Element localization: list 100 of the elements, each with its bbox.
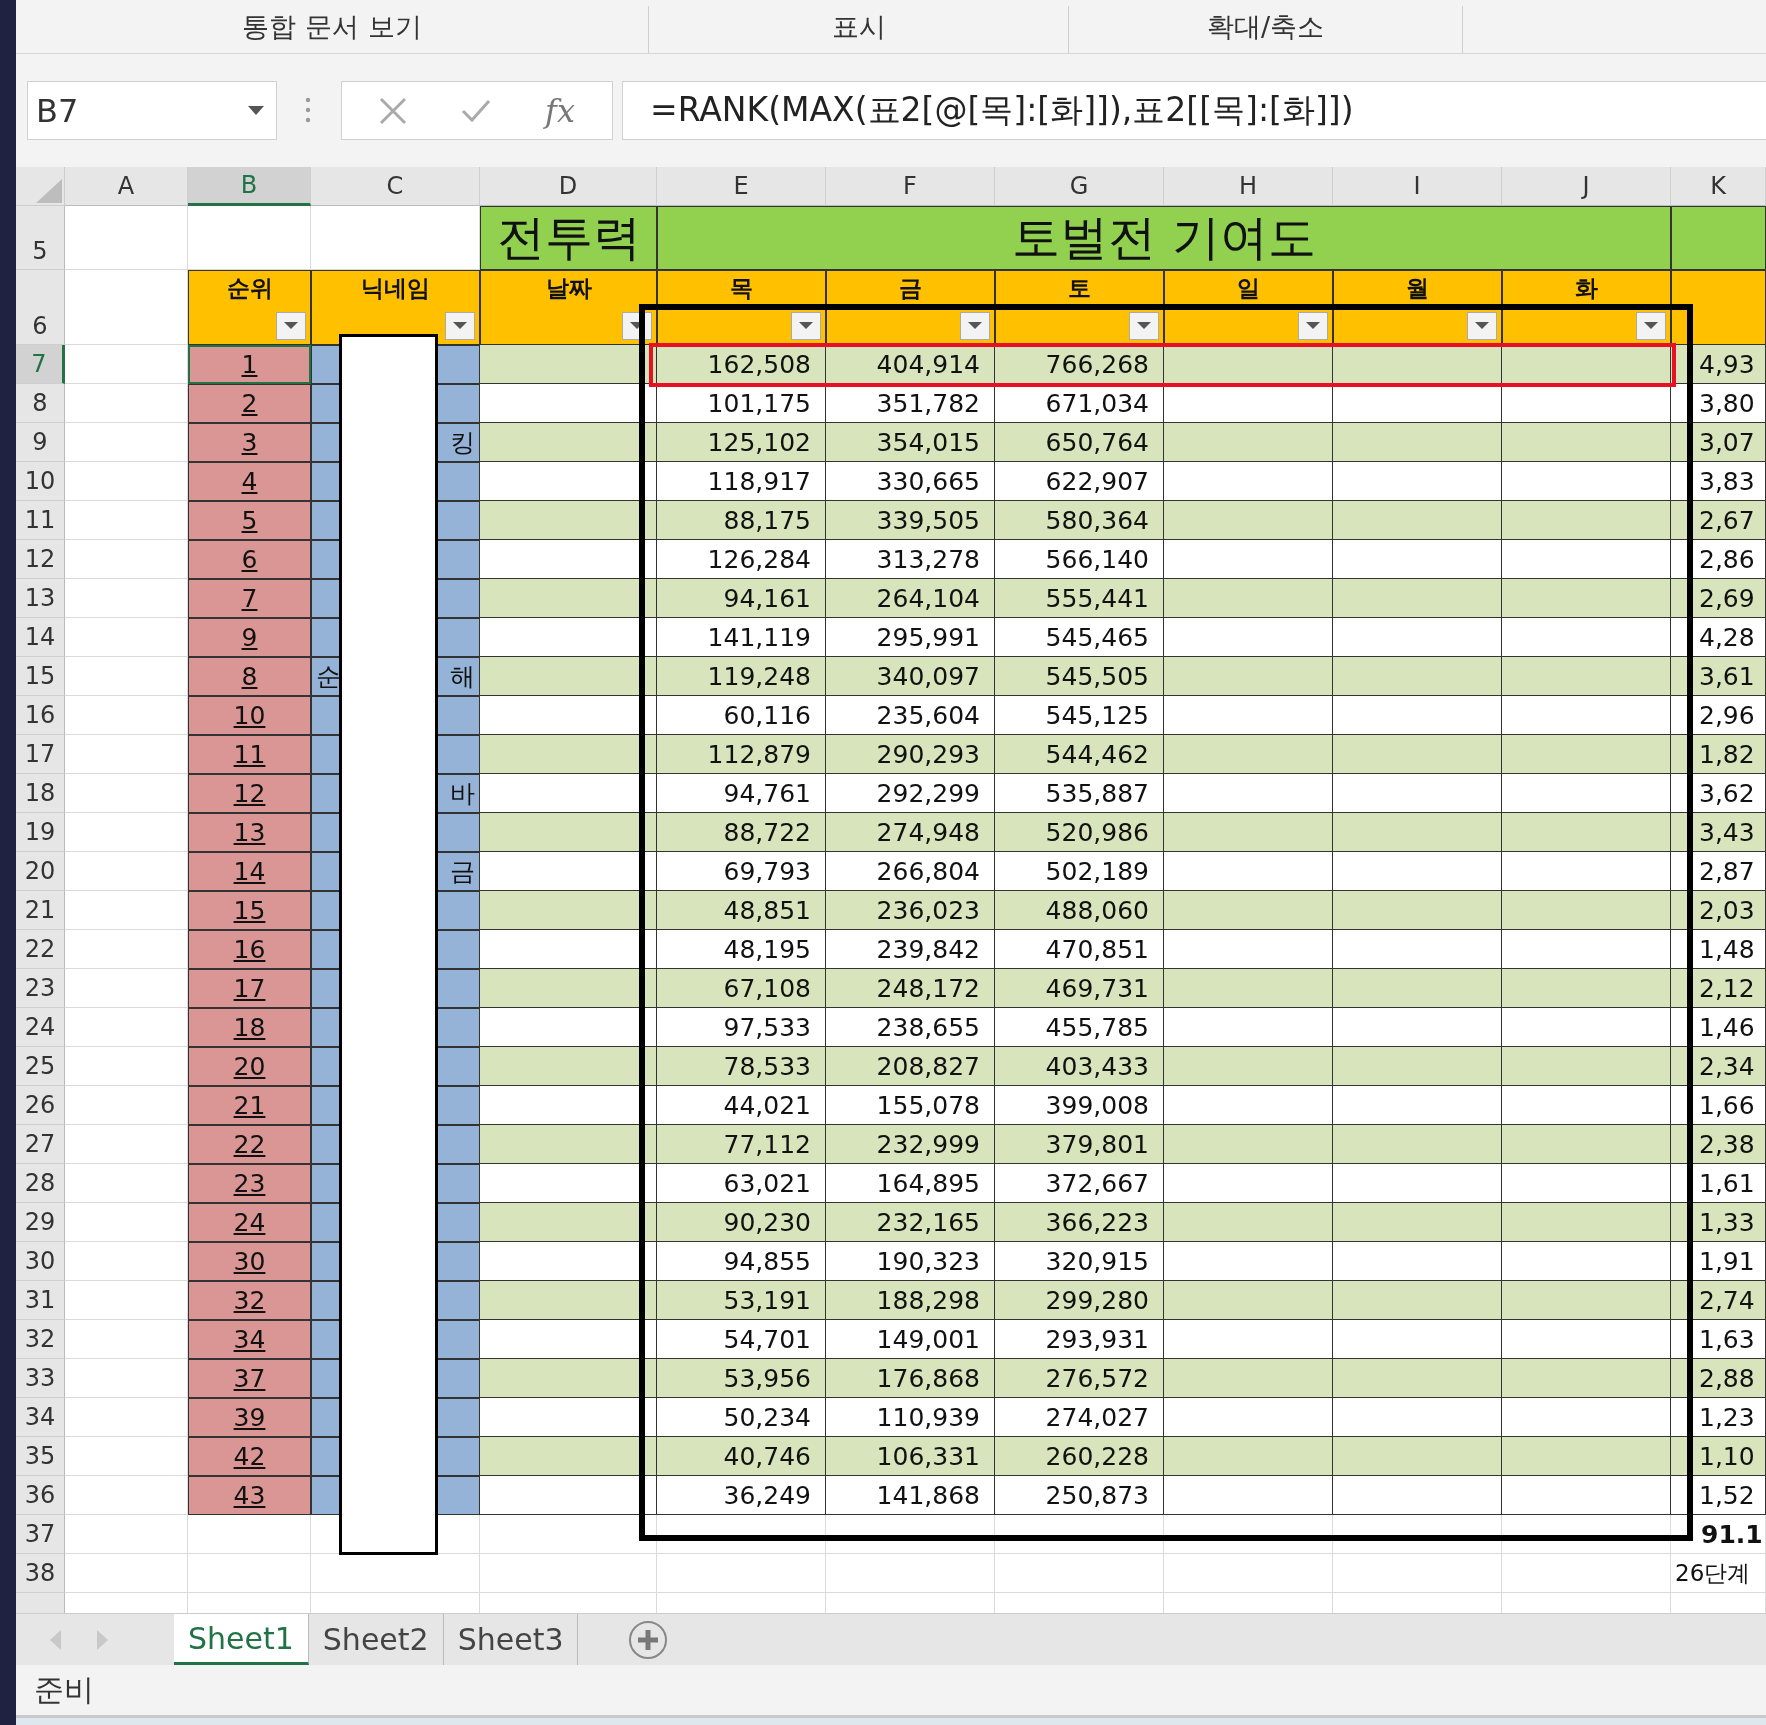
column-header[interactable]: E [657,167,826,206]
row-header[interactable]: 18 [16,774,65,813]
filter-button[interactable] [1298,312,1328,340]
rank-cell[interactable]: 43 [188,1476,311,1515]
row-header[interactable]: 35 [16,1437,65,1476]
add-sheet-icon[interactable] [628,1619,669,1660]
rank-cell[interactable]: 11 [188,735,311,774]
row-header[interactable]: 10 [16,462,65,501]
rank-cell[interactable]: 7 [188,579,311,618]
value-cell: 766,268 [995,345,1164,384]
rank-cell[interactable]: 8 [188,657,311,696]
rank-cell[interactable]: 24 [188,1203,311,1242]
rank-cell[interactable]: 21 [188,1086,311,1125]
row-header[interactable]: 38 [16,1554,65,1593]
row-header[interactable]: 14 [16,618,65,657]
column-header[interactable]: B [188,167,311,206]
rank-cell[interactable]: 30 [188,1242,311,1281]
row-header[interactable]: 37 [16,1515,65,1554]
rank-cell[interactable]: 20 [188,1047,311,1086]
rank-cell[interactable]: 12 [188,774,311,813]
rank-cell[interactable]: 2 [188,384,311,423]
status-text: 준비 [34,1670,94,1709]
row-header[interactable]: 16 [16,696,65,735]
row-header[interactable]: 6 [16,270,65,345]
row-header[interactable]: 29 [16,1203,65,1242]
value-cell: 141,868 [826,1476,995,1515]
rank-cell[interactable]: 39 [188,1398,311,1437]
row-header[interactable]: 33 [16,1359,65,1398]
row-header[interactable]: 26 [16,1086,65,1125]
row-header[interactable]: 9 [16,423,65,462]
column-header[interactable]: H [1164,167,1333,206]
rank-cell[interactable]: 37 [188,1359,311,1398]
column-header[interactable]: C [311,167,480,206]
rank-cell[interactable]: 15 [188,891,311,930]
rank-cell[interactable]: 1 [188,345,311,384]
rank-cell[interactable]: 18 [188,1008,311,1047]
sheet-tab[interactable]: Sheet1 [174,1614,309,1665]
insert-function-button[interactable]: fx [545,91,575,130]
row-header[interactable]: 30 [16,1242,65,1281]
rank-cell[interactable]: 9 [188,618,311,657]
value-cell: 1,10 [1671,1437,1766,1476]
name-box[interactable]: B7 [27,81,277,140]
row-header[interactable]: 21 [16,891,65,930]
column-header[interactable]: G [995,167,1164,206]
row-header[interactable]: 19 [16,813,65,852]
row-header[interactable]: 31 [16,1281,65,1320]
rank-cell[interactable]: 34 [188,1320,311,1359]
rank-cell[interactable]: 3 [188,423,311,462]
rank-cell[interactable]: 5 [188,501,311,540]
row-header[interactable]: 24 [16,1008,65,1047]
column-header[interactable]: K [1671,167,1766,206]
value-cell: 260,228 [995,1437,1164,1476]
rank-cell[interactable]: 10 [188,696,311,735]
row-header[interactable]: 25 [16,1047,65,1086]
row-header[interactable]: 27 [16,1125,65,1164]
row-header[interactable]: 34 [16,1398,65,1437]
filter-button[interactable] [1467,312,1497,340]
column-header[interactable]: J [1502,167,1671,206]
row-header[interactable]: 7 [16,345,65,384]
row-header[interactable]: 13 [16,579,65,618]
drag-handle-icon[interactable] [305,97,311,123]
row-header[interactable]: 15 [16,657,65,696]
value-cell: 118,917 [657,462,826,501]
row-header[interactable]: 12 [16,540,65,579]
filter-button[interactable] [1636,312,1666,340]
filter-button[interactable] [276,312,306,340]
rank-cell[interactable]: 32 [188,1281,311,1320]
value-cell: 88,722 [657,813,826,852]
row-header[interactable]: 36 [16,1476,65,1515]
filter-button[interactable] [445,312,475,340]
rank-cell[interactable]: 14 [188,852,311,891]
row-header[interactable]: 22 [16,930,65,969]
rank-cell[interactable]: 13 [188,813,311,852]
value-cell: 112,879 [657,735,826,774]
rank-cell[interactable]: 17 [188,969,311,1008]
row-header[interactable]: 32 [16,1320,65,1359]
column-header[interactable]: A [65,167,188,206]
caret-icon [453,322,467,330]
row-header[interactable]: 17 [16,735,65,774]
row-header[interactable]: 20 [16,852,65,891]
filter-button[interactable] [791,312,821,340]
caret-icon[interactable] [248,105,264,116]
column-header[interactable]: I [1333,167,1502,206]
row-header[interactable]: 8 [16,384,65,423]
row-header[interactable]: 28 [16,1164,65,1203]
filter-button[interactable] [960,312,990,340]
rank-cell[interactable]: 6 [188,540,311,579]
column-header[interactable]: F [826,167,995,206]
rank-cell[interactable]: 4 [188,462,311,501]
row-header[interactable]: 23 [16,969,65,1008]
column-header[interactable]: D [480,167,657,206]
rank-cell[interactable]: 16 [188,930,311,969]
formula-field[interactable]: =RANK(MAX(표2[@[목]:[화]]),표2[[목]:[화]]) [622,81,1766,140]
check-icon[interactable] [461,98,492,123]
row-header[interactable]: 5 [16,206,65,270]
filter-button[interactable] [1129,312,1159,340]
rank-cell[interactable]: 42 [188,1437,311,1476]
rank-cell[interactable]: 23 [188,1164,311,1203]
row-header[interactable]: 11 [16,501,65,540]
rank-cell[interactable]: 22 [188,1125,311,1164]
